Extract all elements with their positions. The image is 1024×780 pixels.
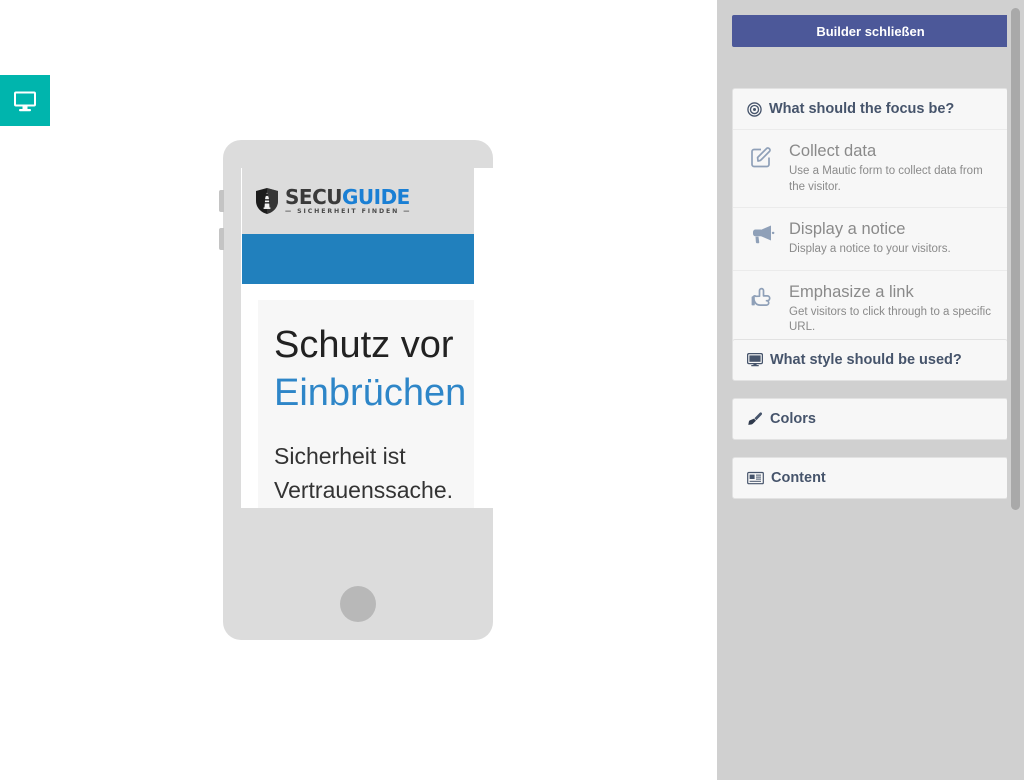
builder-sidebar: Builder schließen What should the focus … — [717, 0, 1024, 780]
focus-option-text: Collect data Use a Mautic form to collec… — [789, 142, 993, 195]
focus-option-description: Use a Mautic form to collect data from t… — [789, 165, 983, 193]
bullseye-target-icon — [747, 101, 762, 117]
paintbrush-icon — [747, 411, 763, 427]
newspaper-icon — [747, 471, 764, 485]
builder-screen: SECUGUIDE — SICHERHEIT FINDEN — Schutz v… — [0, 0, 1024, 780]
desktop-monitor-icon — [747, 353, 763, 367]
colors-panel-header[interactable]: Colors — [733, 399, 1007, 439]
focus-panel-header[interactable]: What should the focus be? — [733, 89, 1007, 130]
phone-screen: SECUGUIDE — SICHERHEIT FINDEN — Schutz v… — [241, 168, 493, 508]
sidebar-scrollbar[interactable] — [1007, 0, 1024, 780]
content-panel-header[interactable]: Content — [733, 458, 1007, 498]
focus-option-title: Collect data — [789, 142, 877, 160]
preview-heading-line2: Einbrüchen — [274, 371, 467, 414]
focus-option-collect-data[interactable]: Collect data Use a Mautic form to collec… — [733, 130, 1007, 209]
focus-option-title: Emphasize a link — [789, 282, 914, 301]
focus-option-title: Display a notice — [789, 220, 906, 239]
focus-item-preview: SECUGUIDE — SICHERHEIT FINDEN — Schutz v… — [242, 168, 474, 508]
phone-mockup: SECUGUIDE — SICHERHEIT FINDEN — Schutz v… — [219, 140, 493, 640]
preview-heading: Schutz vor Einbrüchen — [274, 322, 474, 417]
content-panel-title: Content — [771, 470, 826, 486]
phone-volume-up-button — [219, 190, 224, 212]
focus-option-description: Display a notice to your visitors. — [789, 243, 951, 256]
style-panel-title: What style should be used? — [770, 352, 962, 368]
logo-word-secu: SECU — [285, 184, 342, 209]
focus-panel-title: What should the focus be? — [769, 101, 955, 117]
hand-pointer-icon — [747, 283, 777, 309]
close-builder-button[interactable]: Builder schließen — [732, 15, 1009, 47]
preview-accent-band — [242, 234, 474, 284]
preview-body: Schutz vor Einbrüchen Sicherheit ist Ver… — [242, 284, 474, 508]
sidebar-scrollbar-thumb[interactable] — [1011, 8, 1020, 510]
preview-canvas: SECUGUIDE — SICHERHEIT FINDEN — Schutz v… — [0, 0, 717, 780]
focus-option-emphasize-link[interactable]: Emphasize a link Get visitors to click t… — [733, 271, 1007, 348]
desktop-monitor-icon — [12, 90, 38, 112]
focus-option-text: Display a notice Display a notice to you… — [789, 220, 993, 258]
preview-paragraph: Sicherheit ist Vertrauenssache. Hier fin… — [274, 443, 454, 504]
focus-option-text: Emphasize a link Get visitors to click t… — [789, 283, 993, 336]
preview-heading-line1: Schutz vor — [274, 324, 454, 366]
content-panel: Content — [732, 457, 1008, 499]
preview-content-card: Schutz vor Einbrüchen Sicherheit ist Ver… — [258, 300, 474, 508]
focus-option-description: Get visitors to click through to a speci… — [789, 305, 991, 334]
site-logo-text: SECUGUIDE — SICHERHEIT FINDEN — — [285, 187, 411, 215]
site-logo: SECUGUIDE — SICHERHEIT FINDEN — — [255, 187, 411, 215]
phone-volume-down-button — [219, 228, 224, 250]
logo-word-guide: GUIDE — [341, 184, 410, 209]
logo-tagline: — SICHERHEIT FINDEN — — [285, 207, 412, 215]
focus-option-display-notice[interactable]: Display a notice Display a notice to you… — [733, 208, 1007, 271]
phone-home-button — [340, 586, 376, 622]
preview-site-header: SECUGUIDE — SICHERHEIT FINDEN — — [242, 168, 474, 234]
shield-lighthouse-icon — [255, 187, 279, 215]
style-panel: What style should be used? — [732, 339, 1008, 381]
pencil-square-icon — [747, 142, 777, 170]
device-toggle-desktop-button[interactable] — [0, 75, 50, 126]
focus-panel: What should the focus be? Collect data U… — [732, 88, 1008, 349]
colors-panel-title: Colors — [770, 411, 816, 427]
colors-panel: Colors — [732, 398, 1008, 440]
bullhorn-icon — [747, 220, 777, 246]
style-panel-header[interactable]: What style should be used? — [733, 340, 1007, 380]
